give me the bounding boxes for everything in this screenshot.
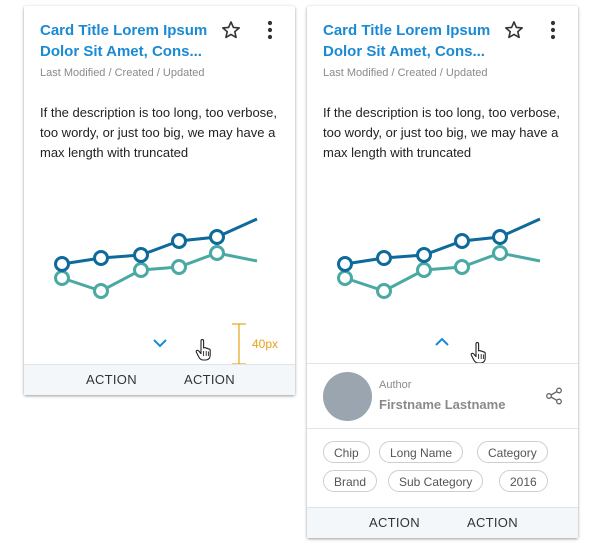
- dark-series-line: [344, 217, 541, 266]
- dark-point: [93, 250, 109, 266]
- action-button-1[interactable]: ACTION: [369, 508, 420, 538]
- chip[interactable]: Brand: [323, 470, 378, 492]
- card-title[interactable]: Card Title Lorem Ipsum Dolor Sit Amet, C…: [323, 20, 505, 62]
- teal-point: [376, 283, 392, 299]
- dark-point: [209, 229, 225, 245]
- divider: [307, 428, 578, 429]
- chevron-up-icon[interactable]: [433, 336, 451, 348]
- dark-point: [133, 247, 149, 263]
- card-description: If the description is too long, too verb…: [40, 105, 278, 160]
- share-icon[interactable]: [545, 387, 563, 405]
- chip[interactable]: Category: [477, 441, 548, 463]
- action-button-1[interactable]: ACTION: [86, 365, 137, 395]
- action-button-2[interactable]: ACTION: [184, 365, 235, 395]
- dark-point: [376, 250, 392, 266]
- hand-cursor-icon: [470, 342, 486, 364]
- action-button-2[interactable]: ACTION: [467, 508, 518, 538]
- teal-point: [454, 259, 470, 275]
- teal-point: [93, 283, 109, 299]
- teal-point: [492, 245, 508, 261]
- dark-series-line: [61, 217, 258, 266]
- chip[interactable]: 2016: [499, 470, 548, 492]
- author-name[interactable]: Firstname Lastname: [379, 397, 505, 412]
- chevron-down-icon[interactable]: [151, 337, 169, 349]
- card-description: If the description is too long, too verb…: [323, 105, 561, 160]
- hand-cursor-icon: [195, 339, 211, 361]
- line-chart-illustration: [337, 217, 541, 299]
- teal-point: [54, 270, 70, 286]
- line-chart-illustration: [54, 217, 258, 299]
- card-expanded: Card Title Lorem Ipsum Dolor Sit Amet, C…: [307, 6, 578, 538]
- star-icon[interactable]: [221, 20, 241, 40]
- teal-point: [416, 262, 432, 278]
- teal-point: [171, 259, 187, 275]
- avatar: [323, 372, 372, 421]
- card-collapsed: Card Title Lorem Ipsum Dolor Sit Amet, C…: [24, 6, 295, 395]
- dark-point: [337, 256, 353, 272]
- card-actions: ACTION ACTION: [307, 507, 578, 538]
- star-icon[interactable]: [504, 20, 524, 40]
- teal-point: [337, 270, 353, 286]
- teal-point: [133, 262, 149, 278]
- more-vert-icon[interactable]: [543, 19, 563, 41]
- dark-point: [492, 229, 508, 245]
- more-vert-icon[interactable]: [260, 19, 280, 41]
- dark-point: [171, 233, 187, 249]
- dark-point: [454, 233, 470, 249]
- divider: [307, 363, 578, 364]
- dark-point: [54, 256, 70, 272]
- card-meta: Last Modified / Created / Updated: [40, 67, 205, 79]
- chip[interactable]: Sub Category: [388, 470, 484, 492]
- chip[interactable]: Chip: [323, 441, 370, 463]
- card-meta: Last Modified / Created / Updated: [323, 67, 488, 79]
- chip[interactable]: Long Name: [379, 441, 464, 463]
- spacing-annotation-label: 40px: [252, 337, 279, 351]
- dark-point: [416, 247, 432, 263]
- author-label: Author: [379, 379, 412, 391]
- teal-point: [209, 245, 225, 261]
- card-actions: ACTION ACTION: [24, 364, 295, 395]
- card-title[interactable]: Card Title Lorem Ipsum Dolor Sit Amet, C…: [40, 20, 222, 62]
